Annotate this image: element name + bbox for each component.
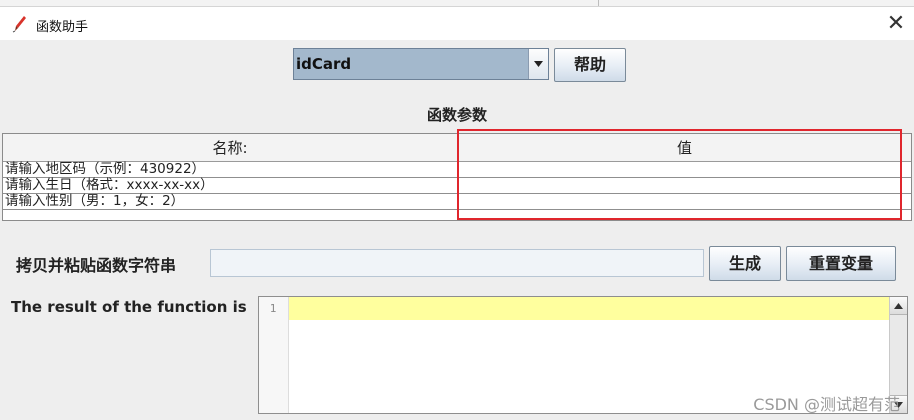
params-title: 函数参数 bbox=[426, 106, 487, 124]
function-select[interactable]: idCard bbox=[293, 48, 549, 80]
top-divider bbox=[598, 0, 599, 6]
function-select-value: idCard bbox=[296, 55, 352, 73]
feather-pen-icon bbox=[12, 15, 28, 33]
scroll-up-icon[interactable] bbox=[890, 297, 907, 315]
copy-function-string-label: 拷贝并粘贴函数字符串 bbox=[16, 256, 177, 275]
chevron-down-icon[interactable] bbox=[528, 49, 548, 79]
param-name-cell: 请输入性别（男：1，女：2） bbox=[5, 193, 185, 209]
window-title: 函数助手 bbox=[36, 20, 89, 35]
generate-button[interactable]: 生成 bbox=[709, 246, 781, 281]
line-number: 1 bbox=[269, 302, 277, 315]
line-number-gutter: 1 bbox=[259, 297, 289, 413]
function-string-input[interactable] bbox=[210, 249, 704, 277]
column-header-name[interactable]: 名称: bbox=[3, 134, 458, 162]
param-name-cell: 请输入地区码（示例：430922） bbox=[5, 161, 206, 177]
close-icon[interactable]: ✕ bbox=[884, 12, 908, 36]
param-name-cell: 请输入生日（格式：xxxx-xx-xx） bbox=[5, 177, 214, 193]
highlight-annotation-box bbox=[457, 129, 902, 220]
watermark: CSDN @测试超有范 bbox=[753, 395, 900, 414]
top-strip bbox=[0, 0, 914, 7]
title-bar: 函数助手 ✕ bbox=[0, 7, 914, 40]
reset-variables-button[interactable]: 重置变量 bbox=[786, 246, 896, 281]
help-button[interactable]: 帮助 bbox=[554, 48, 626, 82]
current-line-highlight bbox=[289, 297, 889, 320]
result-label: The result of the function is bbox=[11, 298, 247, 316]
